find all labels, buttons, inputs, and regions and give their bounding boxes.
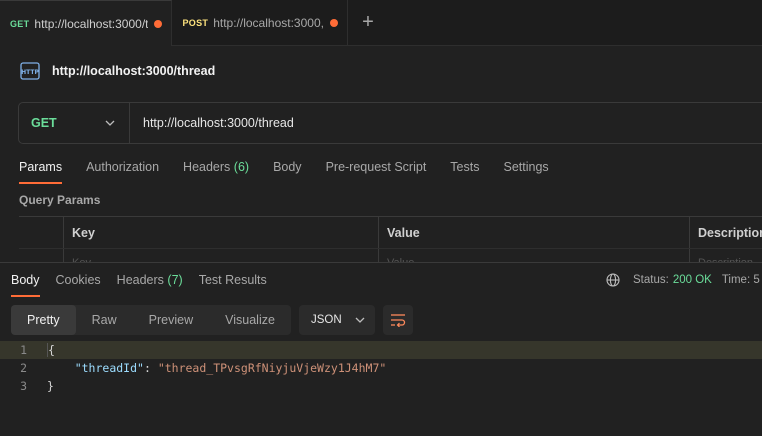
- tab-params[interactable]: Params: [19, 158, 63, 184]
- time-label[interactable]: Time: 5: [722, 274, 760, 286]
- view-visualize-button[interactable]: Visualize: [209, 305, 291, 335]
- tab-authorization[interactable]: Authorization: [86, 158, 159, 184]
- code-line: 1 {: [0, 341, 762, 359]
- response-status: Status: 200 OK Time: 5: [606, 273, 760, 287]
- request-tabs: Params Authorization Headers (6) Body Pr…: [19, 158, 573, 184]
- tab-label: Pre-request Script: [325, 160, 427, 174]
- code-line: 3 }: [0, 377, 762, 395]
- tab-label: Cookies: [55, 273, 101, 287]
- query-params-label: Query Params: [19, 193, 101, 207]
- code-text: {: [47, 343, 55, 357]
- unsaved-dot-icon: [329, 19, 338, 27]
- key-input[interactable]: Key: [64, 249, 379, 263]
- tab-label: Params: [19, 160, 63, 174]
- chevron-down-icon: [105, 120, 115, 126]
- url-input[interactable]: http://localhost:3000/thread: [130, 116, 762, 130]
- svg-text:HTTP: HTTP: [21, 69, 39, 76]
- request-tab-post[interactable]: POST http://localhost:3000,: [172, 0, 348, 46]
- response-tab-test-results[interactable]: Test Results: [199, 272, 267, 297]
- code-line: 2 "threadId": "thread_TPvsgRfNiyjuVjeWzy…: [0, 359, 762, 377]
- query-params-table: Key Value Description Key Value Descript…: [19, 216, 762, 263]
- json-colon: :: [143, 361, 158, 375]
- tab-label: Body: [11, 273, 40, 287]
- json-string-value: "thread_TPvsgRfNiyjuVjeWzy1J4hM7": [157, 361, 387, 375]
- tab-url: http://localhost:3000,: [213, 16, 324, 30]
- tab-body[interactable]: Body: [273, 158, 302, 184]
- format-dropdown[interactable]: JSON: [298, 305, 375, 335]
- json-key: "threadId": [74, 361, 144, 375]
- response-view-bar: Pretty Raw Preview Visualize JSON: [11, 305, 413, 335]
- tab-bar: GET http://localhost:3000/t POST http://…: [0, 0, 762, 46]
- http-icon: HTTP: [20, 62, 40, 80]
- response-tabs: Body Cookies Headers (7) Test Results: [11, 272, 283, 297]
- tab-label: Authorization: [86, 160, 160, 174]
- wrap-lines-icon: [390, 314, 406, 327]
- tab-label: Body: [273, 160, 302, 174]
- checkbox-column: [19, 217, 64, 248]
- value-column-header: Value: [379, 217, 690, 248]
- table-header-row: Key Value Description: [19, 217, 762, 249]
- tab-count: (7): [167, 273, 183, 287]
- request-title[interactable]: http://localhost:3000/thread: [52, 64, 215, 78]
- wrap-lines-button[interactable]: [382, 305, 413, 335]
- new-tab-button[interactable]: +: [348, 0, 388, 45]
- url-bar: GET http://localhost:3000/thread: [18, 102, 762, 144]
- tab-label: Headers: [183, 160, 231, 174]
- status-label: Status:: [633, 274, 669, 286]
- status-value[interactable]: 200 OK: [673, 274, 712, 286]
- format-value: JSON: [310, 314, 342, 326]
- key-column-header: Key: [64, 217, 379, 248]
- value-input[interactable]: Value: [379, 249, 690, 263]
- request-title-bar: HTTP http://localhost:3000/thread: [20, 60, 215, 82]
- tab-label: Headers: [116, 273, 164, 287]
- tab-settings[interactable]: Settings: [503, 158, 548, 184]
- response-tab-body[interactable]: Body: [11, 272, 40, 297]
- method-dropdown[interactable]: GET: [19, 103, 130, 143]
- line-number: 2: [20, 361, 27, 375]
- tab-tests[interactable]: Tests: [450, 158, 479, 184]
- description-input[interactable]: Description: [690, 249, 762, 263]
- response-tab-headers[interactable]: Headers (7): [117, 272, 183, 297]
- plus-icon: +: [362, 11, 374, 33]
- tab-method: GET: [10, 18, 30, 29]
- view-preview-button[interactable]: Preview: [133, 305, 209, 335]
- code-text: }: [47, 379, 54, 393]
- line-number: 3: [20, 379, 27, 393]
- tab-url: http://localhost:3000/t: [34, 16, 149, 31]
- checkbox-cell[interactable]: [19, 249, 64, 263]
- view-raw-button[interactable]: Raw: [76, 305, 133, 335]
- response-tab-cookies[interactable]: Cookies: [56, 272, 101, 297]
- tab-label: Settings: [503, 160, 549, 174]
- view-pretty-button[interactable]: Pretty: [11, 305, 76, 335]
- request-tab-get[interactable]: GET http://localhost:3000/t: [0, 0, 173, 46]
- tab-label: Tests: [450, 160, 480, 174]
- tab-pre-request-script[interactable]: Pre-request Script: [326, 158, 427, 184]
- globe-icon[interactable]: [606, 273, 620, 287]
- response-pane: Body Cookies Headers (7) Test Results St…: [0, 262, 762, 436]
- code-text: "threadId": "thread_TPvsgRfNiyjuVjeWzy1J…: [47, 361, 387, 375]
- chevron-down-icon: [355, 317, 365, 323]
- description-column-header: Description: [698, 225, 762, 240]
- method-value: GET: [31, 116, 57, 130]
- line-number: 1: [20, 343, 27, 357]
- tab-method: POST: [182, 18, 209, 28]
- view-mode-segmented: Pretty Raw Preview Visualize: [11, 305, 291, 335]
- table-row: Key Value Description: [19, 249, 762, 263]
- response-body-code[interactable]: 1 { 2 "threadId": "thread_TPvsgRfNiyjuVj…: [0, 341, 762, 395]
- unsaved-dot-icon: [154, 19, 163, 28]
- tab-label: Test Results: [198, 273, 267, 287]
- tab-count: (6): [233, 160, 250, 174]
- tab-headers[interactable]: Headers (6): [183, 158, 249, 184]
